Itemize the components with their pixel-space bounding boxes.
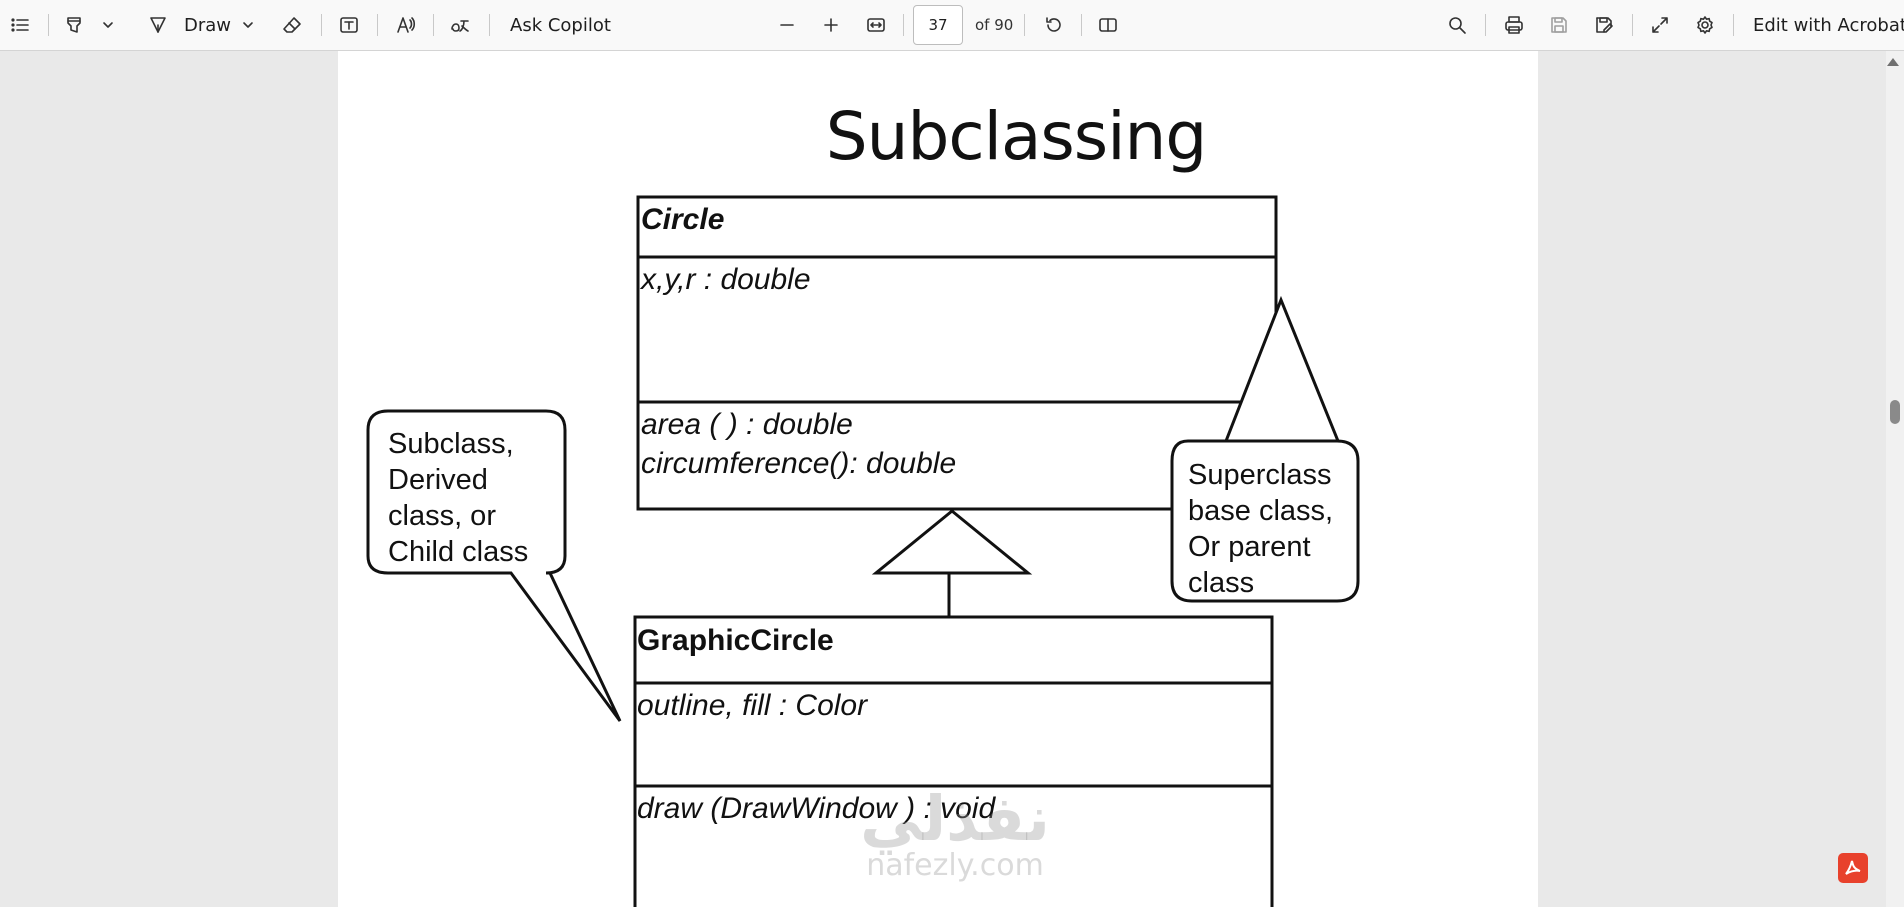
vertical-scrollbar[interactable]	[1886, 51, 1904, 907]
superclass-attribute: x,y,r : double	[641, 263, 811, 296]
save-as-icon[interactable]	[1592, 13, 1616, 37]
highlight-icon[interactable]	[62, 13, 86, 37]
toolbar-divider	[433, 14, 434, 36]
eraser-icon[interactable]	[280, 13, 304, 37]
callout-line: Or parent	[1188, 531, 1311, 563]
toolbar-divider	[1632, 14, 1633, 36]
scrollbar-thumb[interactable]	[1890, 400, 1900, 424]
subclass-box	[633, 615, 1274, 907]
draw-icon[interactable]	[146, 13, 170, 37]
fit-width-icon[interactable]	[864, 13, 888, 37]
translate-icon[interactable]	[448, 13, 472, 37]
toolbar-divider	[377, 14, 378, 36]
subclass-name: GraphicCircle	[637, 624, 834, 657]
toolbar-divider	[1024, 14, 1025, 36]
zoom-out-icon[interactable]	[775, 13, 799, 37]
toolbar-divider	[489, 14, 490, 36]
page-number-input[interactable]: 37	[913, 5, 963, 45]
callout-line: base class,	[1188, 495, 1334, 527]
callout-line: Derived	[388, 464, 488, 496]
chevron-down-icon[interactable]	[236, 13, 260, 37]
text-box-icon[interactable]	[337, 13, 361, 37]
callout-line: class, or	[388, 500, 496, 532]
callout-right-text: Superclass base class, Or parent class	[1188, 457, 1333, 601]
subclass-attribute: outline, fill : Color	[637, 689, 868, 722]
inheritance-arrow	[871, 509, 1033, 617]
page-total-label: of 90	[975, 16, 1014, 34]
zoom-in-icon[interactable]	[819, 13, 843, 37]
callout-left-text: Subclass, Derived class, or Child class	[388, 426, 528, 570]
superclass-method: circumference(): double	[641, 447, 957, 480]
read-aloud-icon[interactable]	[394, 13, 418, 37]
scroll-up-arrow-icon[interactable]	[1887, 58, 1899, 66]
print-icon[interactable]	[1502, 13, 1526, 37]
edit-with-acrobat-button[interactable]: Edit with Acrobat	[1753, 15, 1904, 36]
save-icon[interactable]	[1547, 13, 1571, 37]
toolbar-divider	[48, 14, 49, 36]
callout-line: Subclass,	[388, 428, 514, 460]
toolbar-divider	[1485, 14, 1486, 36]
slide-title: Subclassing	[825, 98, 1208, 175]
acrobat-logo-icon[interactable]	[1838, 853, 1868, 883]
ask-copilot-button[interactable]: Ask Copilot	[510, 15, 611, 36]
contents-icon[interactable]	[8, 13, 32, 37]
draw-label[interactable]: Draw	[184, 15, 231, 36]
callout-line: Superclass	[1188, 459, 1332, 491]
callout-line: class	[1188, 567, 1255, 599]
callout-line: Child class	[388, 536, 529, 568]
superclass-method: area ( ) : double	[641, 408, 853, 441]
settings-icon[interactable]	[1693, 13, 1717, 37]
toolbar-divider	[1081, 14, 1082, 36]
search-icon[interactable]	[1445, 13, 1469, 37]
rotate-icon[interactable]	[1042, 13, 1066, 37]
page-view-icon[interactable]	[1096, 13, 1120, 37]
toolbar-divider	[903, 14, 904, 36]
subclass-method: draw (DrawWindow ) : void	[637, 792, 996, 825]
chevron-down-icon[interactable]	[96, 13, 120, 37]
toolbar-divider	[1733, 14, 1734, 36]
superclass-name: Circle	[641, 203, 725, 236]
pdf-page: Subclassing Circle x,y,r : double area (…	[338, 51, 1538, 907]
toolbar-divider	[321, 14, 322, 36]
fullscreen-icon[interactable]	[1648, 13, 1672, 37]
pdf-toolbar: Draw Ask Copilot 37 of 90 Edit with Acro…	[0, 0, 1904, 51]
